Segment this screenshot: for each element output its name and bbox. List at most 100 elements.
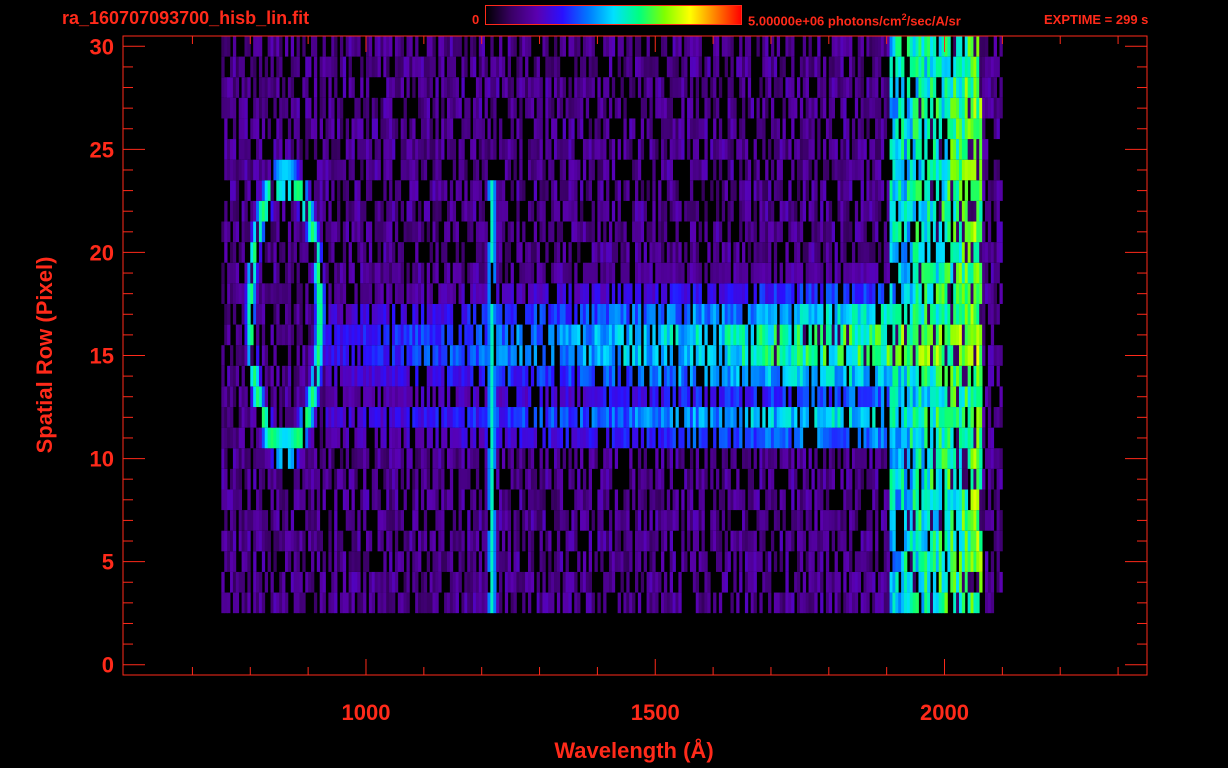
heatmap-cell bbox=[663, 221, 668, 243]
heatmap-cell bbox=[970, 345, 974, 366]
heatmap-cell bbox=[481, 510, 485, 531]
heatmap-cell bbox=[883, 571, 888, 593]
heatmap-cell bbox=[727, 303, 731, 325]
heatmap-cell bbox=[979, 386, 983, 408]
heatmap-cell bbox=[467, 592, 471, 614]
heatmap-cell bbox=[227, 427, 231, 449]
heatmap-cell bbox=[967, 510, 971, 531]
heatmap-cell bbox=[875, 77, 879, 98]
heatmap-cell bbox=[820, 77, 824, 98]
heatmap-cell bbox=[461, 427, 465, 449]
heatmap-cell bbox=[629, 118, 633, 140]
heatmap-cell bbox=[823, 159, 827, 181]
heatmap-cell bbox=[837, 324, 841, 346]
heatmap-cell bbox=[909, 510, 914, 531]
heatmap-cell bbox=[238, 97, 242, 119]
heatmap-cell bbox=[403, 324, 407, 346]
heatmap-cell bbox=[860, 448, 864, 469]
heatmap-cell bbox=[250, 159, 254, 181]
heatmap-cell bbox=[976, 345, 980, 366]
heatmap-cell bbox=[715, 303, 720, 325]
heatmap-cell bbox=[958, 592, 963, 614]
heatmap-cell bbox=[603, 139, 607, 160]
heatmap-cell bbox=[577, 386, 581, 408]
heatmap-cell bbox=[950, 489, 954, 511]
heatmap-cell bbox=[580, 200, 584, 222]
heatmap-cell bbox=[325, 345, 329, 366]
heatmap-cell bbox=[224, 97, 228, 119]
heatmap-cell bbox=[585, 283, 590, 304]
heatmap-cell bbox=[276, 530, 280, 552]
heatmap-cell bbox=[308, 221, 312, 243]
heatmap-cell bbox=[392, 571, 396, 593]
heatmap-cell bbox=[600, 242, 604, 263]
heatmap-cell bbox=[617, 365, 621, 387]
heatmap-cell bbox=[244, 77, 248, 98]
heatmap-cell bbox=[241, 283, 245, 304]
heatmap-cell bbox=[594, 118, 598, 140]
heatmap-cell bbox=[276, 324, 280, 346]
heatmap-cell bbox=[603, 386, 607, 408]
heatmap-cell bbox=[840, 180, 844, 201]
heatmap-cell bbox=[533, 242, 538, 263]
heatmap-cell bbox=[877, 200, 882, 222]
heatmap-cell bbox=[872, 345, 876, 366]
heatmap-cell bbox=[828, 221, 833, 243]
heatmap-cell bbox=[999, 468, 1003, 490]
heatmap-cell bbox=[577, 427, 581, 449]
heatmap-cell bbox=[594, 448, 598, 469]
heatmap-cell bbox=[302, 489, 306, 511]
heatmap-cell bbox=[947, 180, 951, 201]
heatmap-cell bbox=[305, 97, 309, 119]
heatmap-cell bbox=[397, 510, 402, 531]
heatmap-cell bbox=[823, 510, 827, 531]
heatmap-cell bbox=[895, 489, 899, 511]
heatmap-cell bbox=[311, 345, 315, 366]
heatmap-cell bbox=[313, 97, 318, 119]
heatmap-cell bbox=[299, 427, 303, 449]
heatmap-cell bbox=[744, 283, 749, 304]
heatmap-cell bbox=[672, 386, 676, 408]
heatmap-cell bbox=[403, 571, 407, 593]
heatmap-cell bbox=[319, 427, 323, 449]
heatmap-cell bbox=[976, 386, 980, 408]
heatmap-cell bbox=[386, 530, 390, 552]
heatmap-cell bbox=[912, 262, 916, 284]
heatmap-cell bbox=[493, 180, 497, 201]
heatmap-cell bbox=[692, 324, 697, 346]
heatmap-cell bbox=[591, 283, 595, 304]
heatmap-cell bbox=[279, 283, 283, 304]
heatmap-cell bbox=[886, 345, 890, 366]
heatmap-cell bbox=[837, 345, 841, 366]
heatmap-cell bbox=[588, 468, 593, 490]
heatmap-cell bbox=[768, 551, 772, 572]
heatmap-cell bbox=[473, 510, 477, 531]
heatmap-cell bbox=[713, 97, 717, 119]
heatmap-cell bbox=[637, 262, 642, 284]
heatmap-cell bbox=[663, 118, 668, 140]
heatmap-cell bbox=[721, 468, 726, 490]
heatmap-cell bbox=[449, 303, 454, 325]
heatmap-cell bbox=[316, 468, 321, 490]
heatmap-cell bbox=[904, 345, 908, 366]
heatmap-cell bbox=[461, 592, 465, 614]
heatmap-cell bbox=[921, 592, 925, 614]
heatmap-cell bbox=[559, 386, 564, 408]
heatmap-cell bbox=[788, 386, 792, 408]
heatmap-cell bbox=[762, 345, 766, 366]
heatmap-cell bbox=[661, 97, 665, 119]
heatmap-cell bbox=[461, 139, 465, 160]
heatmap-cell bbox=[837, 262, 841, 284]
heatmap-cell bbox=[490, 407, 494, 428]
heatmap-cell bbox=[420, 324, 425, 346]
heatmap-cell bbox=[958, 221, 963, 243]
heatmap-cell bbox=[906, 324, 911, 346]
heatmap-cell bbox=[580, 283, 584, 304]
heatmap-cell bbox=[261, 221, 266, 243]
heatmap-cell bbox=[762, 97, 766, 119]
heatmap-cell bbox=[808, 159, 812, 181]
heatmap-cell bbox=[606, 77, 610, 98]
heatmap-cell bbox=[658, 77, 662, 98]
heatmap-cell bbox=[588, 386, 593, 408]
heatmap-cell bbox=[906, 77, 911, 98]
